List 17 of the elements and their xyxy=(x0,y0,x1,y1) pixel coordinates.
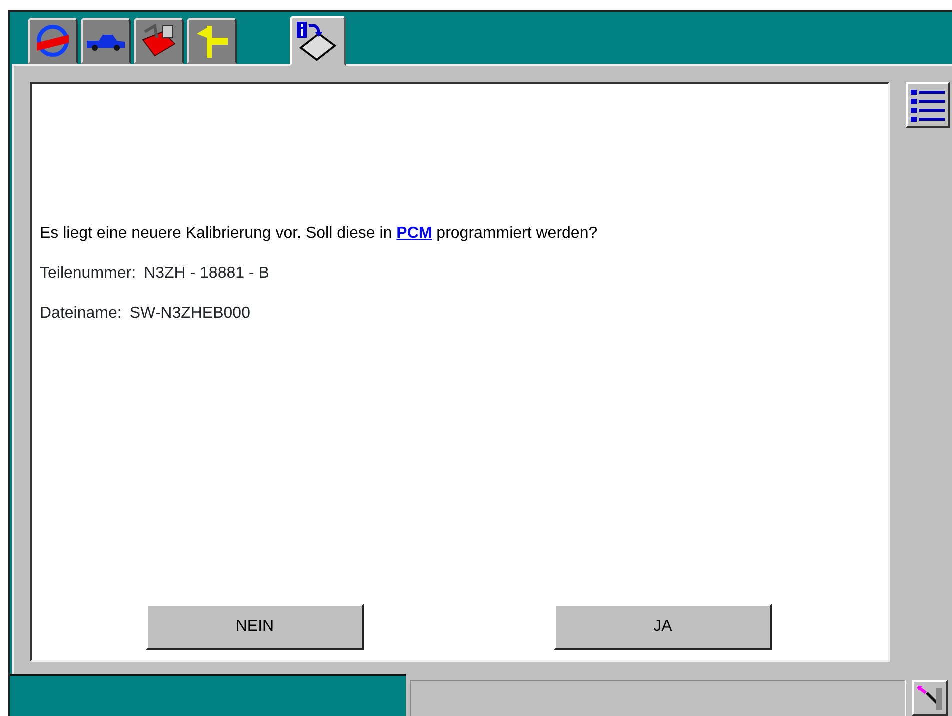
logo-icon xyxy=(34,23,72,59)
tab[interactable] xyxy=(28,18,78,64)
dialog-button[interactable]: NEIN xyxy=(146,604,364,650)
pcm-link[interactable]: PCM xyxy=(396,225,432,242)
question-text: Es liegt eine neuere Kalibrierung vor. Soll diese in PCM programmiert werden? xyxy=(40,224,599,244)
list-button[interactable] xyxy=(906,82,950,128)
pen-icon xyxy=(916,684,944,712)
field-value: SW-N3ZHEB000 xyxy=(130,305,250,322)
dialog-button[interactable]: JA xyxy=(554,604,772,650)
list-icon xyxy=(909,87,947,123)
tab[interactable] xyxy=(81,18,131,64)
field-label: Teilenummer: xyxy=(40,265,136,282)
tool-button[interactable] xyxy=(912,680,948,716)
field-value: N3ZH - 18881 - B xyxy=(144,265,270,282)
field-label: Dateiname: xyxy=(40,305,122,322)
tab[interactable] xyxy=(134,18,184,64)
tab[interactable] xyxy=(187,18,237,64)
